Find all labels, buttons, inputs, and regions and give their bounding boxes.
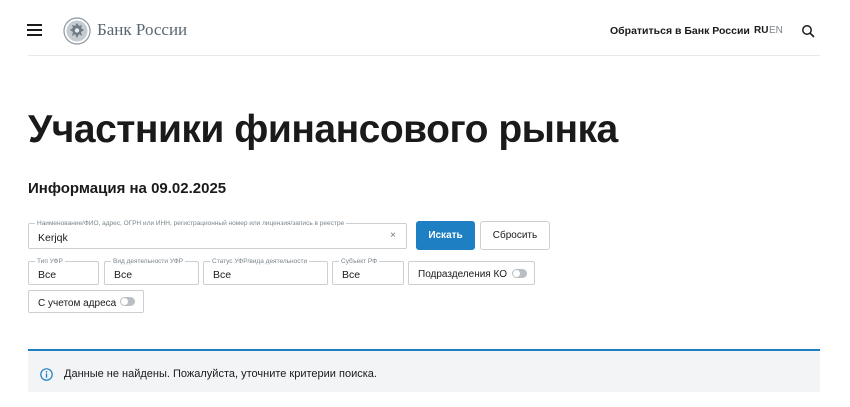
filter-activity-kind[interactable]: Вид деятельности УФР Все (104, 257, 199, 285)
filter-status[interactable]: Статус УФР/вида деятельности Все (203, 257, 328, 285)
toggle-switch[interactable] (120, 297, 135, 306)
page-title: Участники финансового рынка (28, 108, 618, 151)
toggle-knob (121, 298, 128, 305)
menu-icon[interactable] (27, 24, 42, 36)
toggle-switch[interactable] (512, 269, 527, 278)
filter-ufr-type-label: Тип УФР (35, 257, 65, 266)
brand-name[interactable]: Банк России (97, 20, 187, 40)
reset-button[interactable]: Сбросить (480, 221, 550, 250)
clear-icon[interactable]: × (390, 231, 396, 241)
search-button[interactable]: Искать (416, 221, 475, 250)
menu-icon-bar (27, 29, 42, 31)
site-header: Банк России Обратиться в Банк России RU … (0, 0, 850, 60)
filter-region[interactable]: Субъект РФ Все (332, 257, 404, 285)
lang-en-link[interactable]: EN (769, 25, 783, 36)
filter-ufr-type[interactable]: Тип УФР Все (28, 257, 99, 285)
search-query-label: Наименование/ФИО, адрес, ОГРН или ИНН, р… (35, 219, 347, 228)
filter-region-value[interactable]: Все (342, 269, 360, 281)
menu-icon-bar (27, 24, 42, 26)
menu-icon-bar (27, 34, 42, 36)
filter-region-label: Субъект РФ (339, 257, 380, 266)
no-results-notice: Данные не найдены. Пожалуйста, уточните … (28, 349, 820, 392)
filter-ufr-type-value[interactable]: Все (38, 269, 56, 281)
filter-status-value[interactable]: Все (213, 269, 231, 281)
lang-ru-link[interactable]: RU (754, 25, 768, 36)
toggle-ko-divisions[interactable]: Подразделения КО (408, 261, 535, 285)
search-query-value[interactable]: Kerjqk (38, 232, 68, 244)
contact-bank-link[interactable]: Обратиться в Банк России (610, 25, 750, 37)
toggle-knob (513, 270, 520, 277)
no-results-message: Данные не найдены. Пожалуйста, уточните … (64, 368, 377, 380)
filter-status-label: Статус УФР/вида деятельности (210, 257, 310, 266)
filter-activity-kind-value[interactable]: Все (114, 269, 132, 281)
filter-activity-kind-label: Вид деятельности УФР (111, 257, 186, 266)
search-query-field[interactable]: Наименование/ФИО, адрес, ОГРН или ИНН, р… (28, 219, 407, 249)
toggle-with-address[interactable]: С учетом адреса (28, 290, 144, 313)
info-icon (40, 368, 53, 381)
header-divider (28, 55, 820, 56)
info-date-heading: Информация на 09.02.2025 (28, 180, 227, 197)
bank-emblem-logo[interactable] (63, 17, 91, 45)
toggle-ko-divisions-label: Подразделения КО (418, 269, 507, 280)
toggle-with-address-label: С учетом адреса (38, 298, 117, 309)
search-icon[interactable] (801, 24, 815, 38)
